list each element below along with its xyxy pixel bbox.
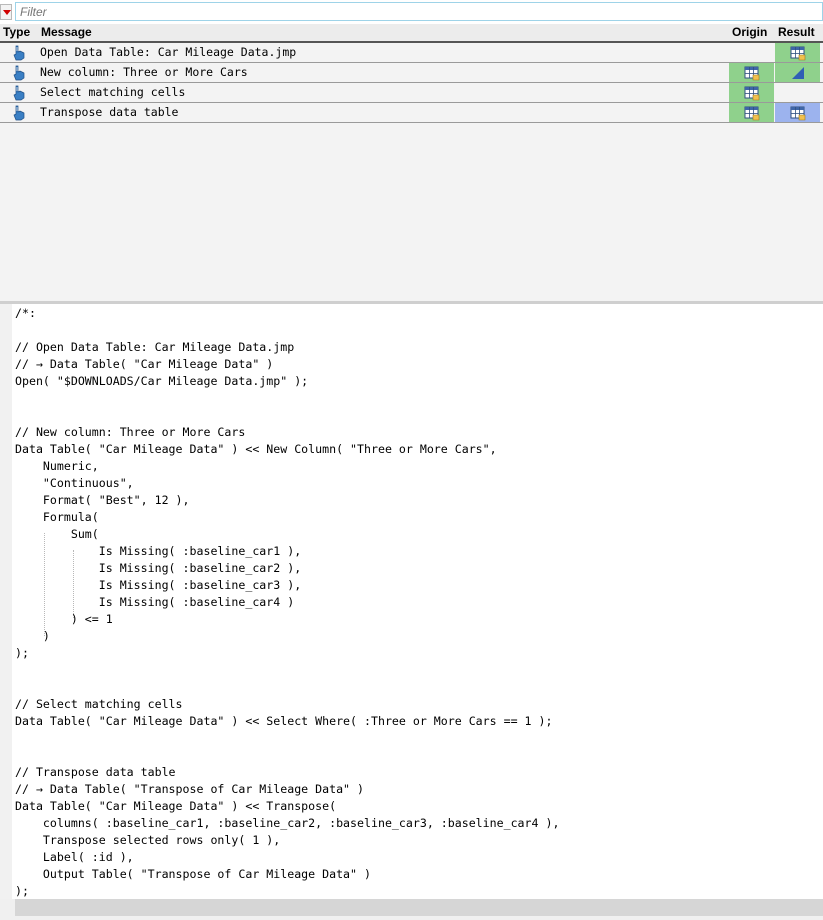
log-header: Type Message Origin Result bbox=[0, 24, 823, 43]
log-row[interactable]: Open Data Table: Car Mileage Data.jmp bbox=[0, 43, 823, 63]
filter-menu-button[interactable] bbox=[0, 4, 12, 20]
column-header-result[interactable]: Result bbox=[778, 25, 815, 39]
log-message: Open Data Table: Car Mileage Data.jmp bbox=[40, 45, 297, 59]
column-header-type[interactable]: Type bbox=[3, 25, 30, 39]
data-table-icon[interactable] bbox=[744, 105, 760, 121]
script-code[interactable]: /*: // Open Data Table: Car Mileage Data… bbox=[15, 305, 559, 899]
filter-bar bbox=[0, 0, 823, 24]
origin-cell[interactable] bbox=[729, 43, 774, 62]
data-table-icon[interactable] bbox=[790, 45, 806, 61]
script-step-icon bbox=[11, 45, 27, 61]
data-table-icon[interactable] bbox=[744, 65, 760, 81]
log-message: Select matching cells bbox=[40, 85, 186, 99]
script-step-icon bbox=[11, 105, 27, 121]
origin-cell[interactable] bbox=[729, 63, 774, 82]
origin-cell[interactable] bbox=[729, 83, 774, 102]
log-row[interactable]: Select matching cells bbox=[0, 83, 823, 103]
data-table-icon[interactable] bbox=[744, 85, 760, 101]
column-continuous-icon[interactable] bbox=[790, 65, 806, 81]
log-message: New column: Three or More Cars bbox=[40, 65, 248, 79]
column-header-message[interactable]: Message bbox=[41, 25, 92, 39]
log-message: Transpose data table bbox=[40, 105, 179, 119]
result-cell[interactable] bbox=[775, 43, 820, 62]
editor-gutter bbox=[0, 304, 12, 899]
data-table-icon[interactable] bbox=[790, 105, 806, 121]
dropdown-triangle-icon bbox=[3, 10, 11, 15]
log-panel: Type Message Origin Result Open Data Tab… bbox=[0, 24, 823, 301]
origin-cell[interactable] bbox=[729, 103, 774, 122]
filter-input[interactable] bbox=[15, 2, 823, 21]
horizontal-scrollbar[interactable] bbox=[0, 899, 823, 920]
script-step-icon bbox=[11, 65, 27, 81]
script-editor[interactable]: /*: // Open Data Table: Car Mileage Data… bbox=[0, 304, 823, 899]
column-header-origin[interactable]: Origin bbox=[732, 25, 767, 39]
result-cell[interactable] bbox=[775, 103, 820, 122]
result-cell[interactable] bbox=[775, 83, 820, 102]
script-step-icon bbox=[11, 85, 27, 101]
result-cell[interactable] bbox=[775, 63, 820, 82]
log-row[interactable]: Transpose data table bbox=[0, 103, 823, 123]
log-row[interactable]: New column: Three or More Cars bbox=[0, 63, 823, 83]
scrollbar-thumb[interactable] bbox=[15, 899, 823, 916]
